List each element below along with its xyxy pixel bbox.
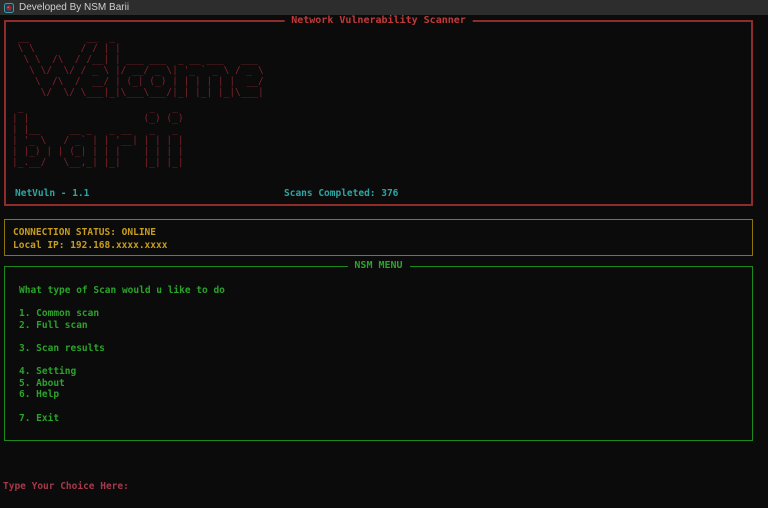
scans-completed-label: Scans Completed: 376: [284, 188, 399, 199]
local-ip-label: Local IP: 192.168.xxxx.xxxx: [13, 240, 168, 251]
menu-panel-title: NSM MENU: [347, 260, 410, 271]
version-label: NetVuln - 1.1: [15, 188, 90, 199]
menu-item-common-scan: 1. Common scan: [19, 308, 100, 320]
window-title: Developed By NSM Barii: [19, 2, 130, 13]
window-titlebar[interactable]: Developed By NSM Barii: [0, 0, 768, 15]
menu-item-setting: 4. Setting: [19, 366, 77, 378]
menu-item-scan-results: 3. Scan results: [19, 342, 105, 354]
menu-item-help: 6. Help: [19, 389, 60, 401]
connection-status-label: CONNECTION STATUS: ONLINE: [13, 227, 156, 238]
menu-item-full-scan: 2. Full scan: [19, 319, 88, 331]
status-panel: CONNECTION STATUS: ONLINE Local IP: 192.…: [4, 219, 753, 256]
menu-question: What type of Scan would u like to do: [19, 285, 225, 296]
menu-item-exit: 7. Exit: [19, 412, 60, 424]
welcome-ascii-art: __ __ _ \ \ / / | | \ \ /\ / /__| | ___ …: [17, 32, 264, 98]
scanner-panel: Network Vulnerability Scanner __ __ _ \ …: [4, 15, 753, 206]
app-icon: [4, 2, 14, 13]
menu-item-about: 5. About: [19, 377, 65, 389]
menu-panel: NSM MENU What type of Scan would u like …: [4, 260, 753, 441]
choice-prompt[interactable]: Type Your Choice Here:: [3, 481, 129, 492]
scanner-panel-title: Network Vulnerability Scanner: [284, 15, 473, 26]
terminal-window[interactable]: Developed By NSM Barii Network Vulnerabi…: [0, 0, 768, 508]
scanner-info-row: NetVuln - 1.1 Scans Completed: 376: [10, 188, 750, 200]
barii-ascii-art: _ _ _ | | (_) (_) | |__ __ _ _ __ _ _ | …: [12, 102, 184, 168]
